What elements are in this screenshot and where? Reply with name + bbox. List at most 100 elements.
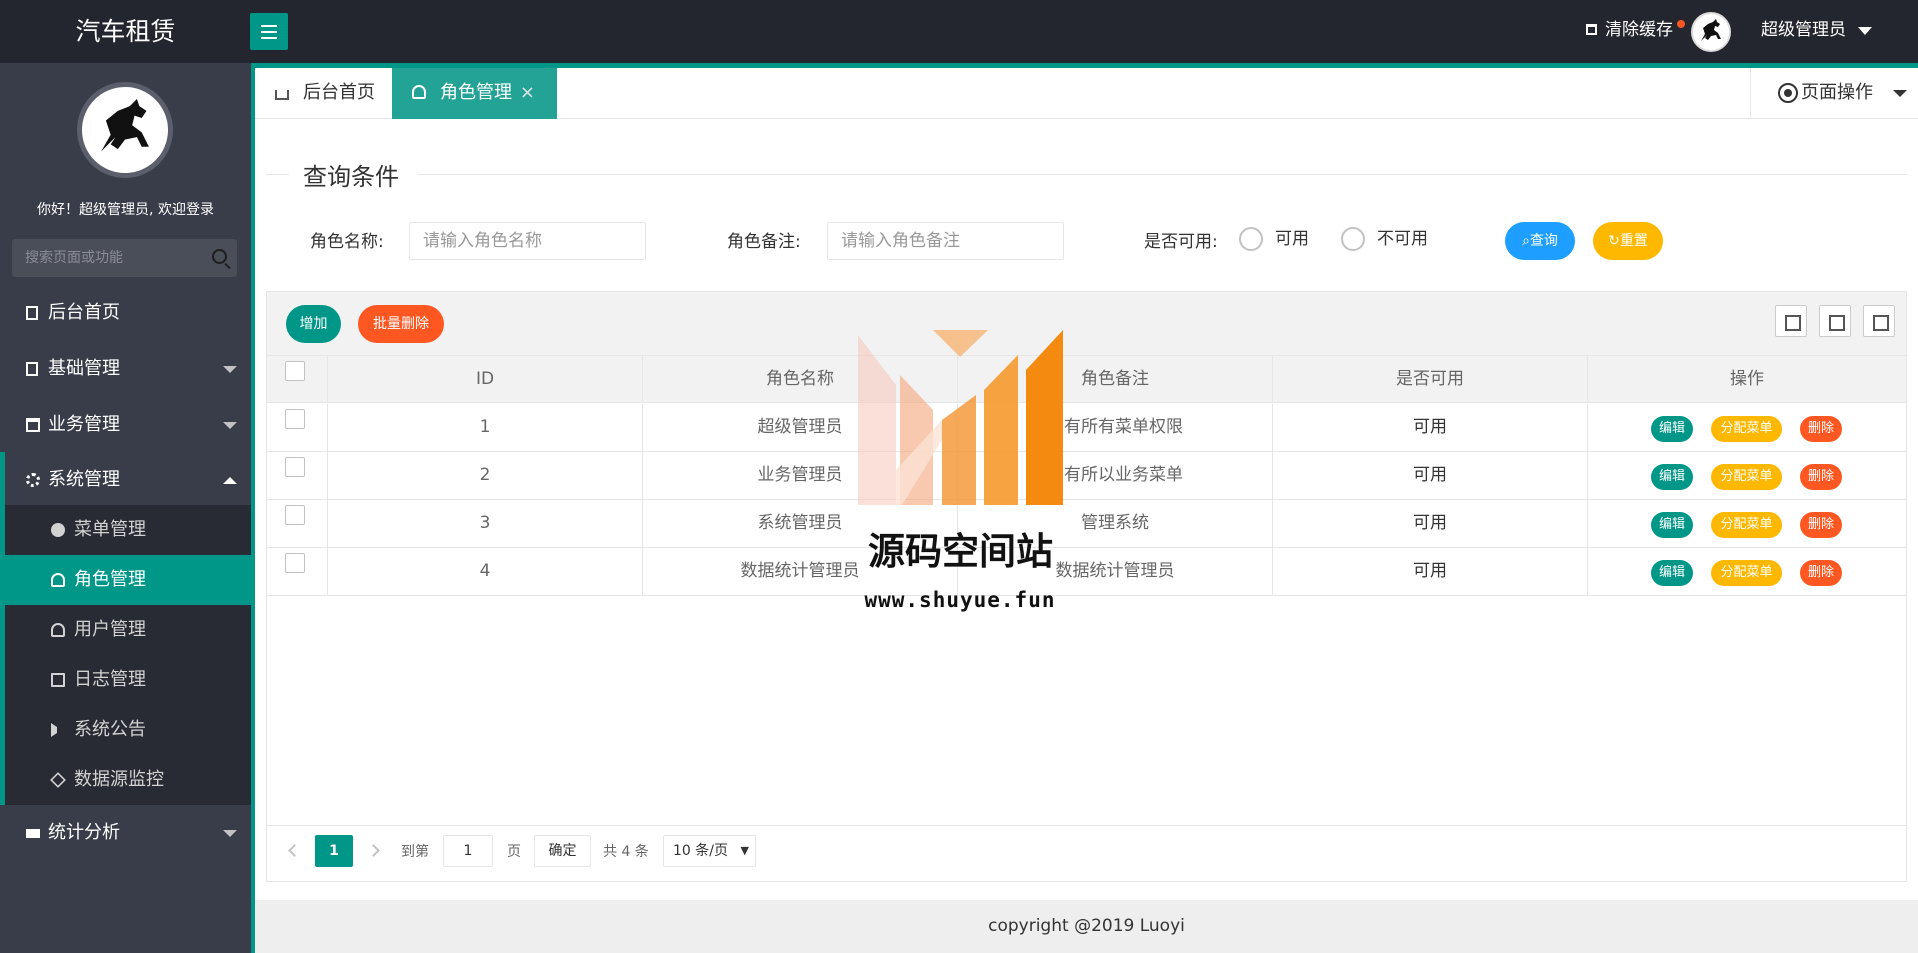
sidebar-item-label: 业务管理 [48,414,120,435]
assign-menu-button[interactable]: 分配菜单 [1711,560,1782,586]
th-available: 是否可用 [1273,356,1588,403]
available-yes-radio[interactable]: 可用 [1239,227,1309,251]
search-icon [212,249,227,264]
table-row: 4 数据统计管理员 数据统计管理员 可用 编辑 分配菜单 删除 [267,548,1906,596]
tab-role-management[interactable]: 角色管理 × [392,68,557,119]
top-header: 汽车租赁 清除缓存 超级管理员 [0,0,1918,63]
role-name-label: 角色名称: [310,232,384,252]
cell-actions: 编辑 分配菜单 删除 [1588,452,1906,499]
edit-button[interactable]: 编辑 [1651,512,1693,538]
user-icon [51,573,65,587]
sidebar-search-placeholder: 搜索页面或功能 [25,250,123,266]
search-button[interactable]: ⌕查询 [1505,222,1575,260]
sidebar-item-label: 角色管理 [74,569,146,590]
radio-circle-icon [1239,227,1263,251]
watermark-text: 源码空间站 [868,530,1053,573]
reset-button-label: 重置 [1619,233,1648,249]
export-icon[interactable] [1819,305,1851,337]
sidebar-item-role-management[interactable]: 角色管理 [5,555,251,605]
sidebar-item-basic[interactable]: 基础管理 [0,341,251,397]
target-icon [1778,83,1798,103]
caret-down-icon [1858,27,1872,35]
row-checkbox[interactable] [285,409,305,429]
cell-id: 3 [328,500,643,547]
welcome-text: 你好！超级管理员, 欢迎登录 [37,202,214,218]
batch-delete-button[interactable]: 批量删除 [358,305,444,343]
menu-toggle-button[interactable] [250,13,288,50]
cell-id: 2 [328,452,643,499]
home-icon [275,90,289,100]
print-icon[interactable] [1863,305,1895,337]
chevron-down-icon [223,366,237,373]
assign-menu-button[interactable]: 分配菜单 [1711,464,1782,490]
clear-cache-button[interactable]: 清除缓存 [1586,0,1685,63]
prev-page-icon[interactable] [288,844,301,857]
cube-icon [50,772,66,788]
horse-logo-icon [1701,19,1721,41]
role-name-placeholder: 请输入角色名称 [423,231,542,251]
page-size-select[interactable]: 10 条/页 ▼ [663,835,756,867]
tab-home[interactable]: 后台首页 [255,68,392,119]
sidebar-item-menu-management[interactable]: 菜单管理 [5,505,251,555]
sidebar-item-log-management[interactable]: 日志管理 [5,655,251,705]
table-row: 1 超级管理员 拥有所有菜单权限 可用 编辑 分配菜单 删除 [267,404,1906,452]
delete-button[interactable]: 删除 [1800,464,1842,490]
confirm-button[interactable]: 确定 [534,835,591,867]
assign-menu-button[interactable]: 分配菜单 [1711,512,1782,538]
table-row: 3 系统管理员 管理系统 可用 编辑 分配菜单 删除 [267,500,1906,548]
delete-button[interactable]: 删除 [1800,416,1842,442]
available-no-radio[interactable]: 不可用 [1341,227,1428,251]
sidebar-avatar [77,82,173,178]
current-page[interactable]: 1 [315,835,353,867]
reset-button[interactable]: ↻重置 [1593,222,1663,260]
add-button[interactable]: 增加 [286,305,341,343]
th-actions: 操作 [1730,369,1764,389]
row-checkbox[interactable] [285,505,305,525]
notification-dot [1677,20,1685,28]
edit-button[interactable]: 编辑 [1651,464,1693,490]
hamburger-icon [261,25,277,27]
table-row: 2 业务管理员 拥有所以业务菜单 可用 编辑 分配菜单 删除 [267,452,1906,500]
sidebar-item-home[interactable]: 后台首页 [0,285,251,341]
page-operations-menu[interactable]: 页面操作 [1750,68,1918,119]
admin-menu[interactable]: 超级管理员 [1761,0,1870,63]
sidebar-item-announcement[interactable]: 系统公告 [5,705,251,755]
delete-button[interactable]: 删除 [1800,512,1842,538]
columns-icon[interactable] [1775,305,1807,337]
edit-button[interactable]: 编辑 [1651,416,1693,442]
role-table: 增加 批量删除 ID 角色名称 角色备注 是否可用 操作 1 超级管理员 拥有所… [266,291,1907,882]
delete-button[interactable]: 删除 [1800,560,1842,586]
chevron-down-icon [223,422,237,429]
sidebar-item-statistics[interactable]: 统计分析 [0,805,251,861]
cell-available: 可用 [1273,548,1588,595]
next-page-icon[interactable] [367,844,380,857]
sidebar-search-input[interactable]: 搜索页面或功能 [12,239,237,277]
role-name-input[interactable]: 请输入角色名称 [409,222,646,260]
row-checkbox[interactable] [285,457,305,477]
sidebar-item-system[interactable]: 系统管理 [0,452,251,508]
page-size-value: 10 条/页 [673,843,728,859]
admin-avatar[interactable] [1691,12,1731,52]
role-remark-input[interactable]: 请输入角色备注 [827,222,1064,260]
circle-icon [51,523,65,537]
cell-id: 1 [328,404,643,451]
page-operations-label: 页面操作 [1801,82,1873,103]
sidebar-item-business[interactable]: 业务管理 [0,397,251,453]
tab-label: 角色管理 [440,82,512,103]
goto-page-input[interactable]: 1 [443,835,493,867]
row-checkbox[interactable] [285,553,305,573]
row-checkbox-cell [267,404,328,451]
cell-available: 可用 [1273,452,1588,499]
sidebar-item-label: 用户管理 [74,619,146,640]
edit-button[interactable]: 编辑 [1651,560,1693,586]
admin-name: 超级管理员 [1761,20,1846,40]
sidebar-item-datasource-monitor[interactable]: 数据源监控 [5,755,251,805]
row-checkbox-cell [267,452,328,499]
select-all-checkbox[interactable] [285,361,305,381]
building-icon [26,418,40,432]
close-icon[interactable]: × [520,68,535,117]
sidebar-item-user-management[interactable]: 用户管理 [5,605,251,655]
page-unit-label: 页 [507,844,521,860]
watermark-url: www.shuyue.fun [864,588,1056,612]
assign-menu-button[interactable]: 分配菜单 [1711,416,1782,442]
